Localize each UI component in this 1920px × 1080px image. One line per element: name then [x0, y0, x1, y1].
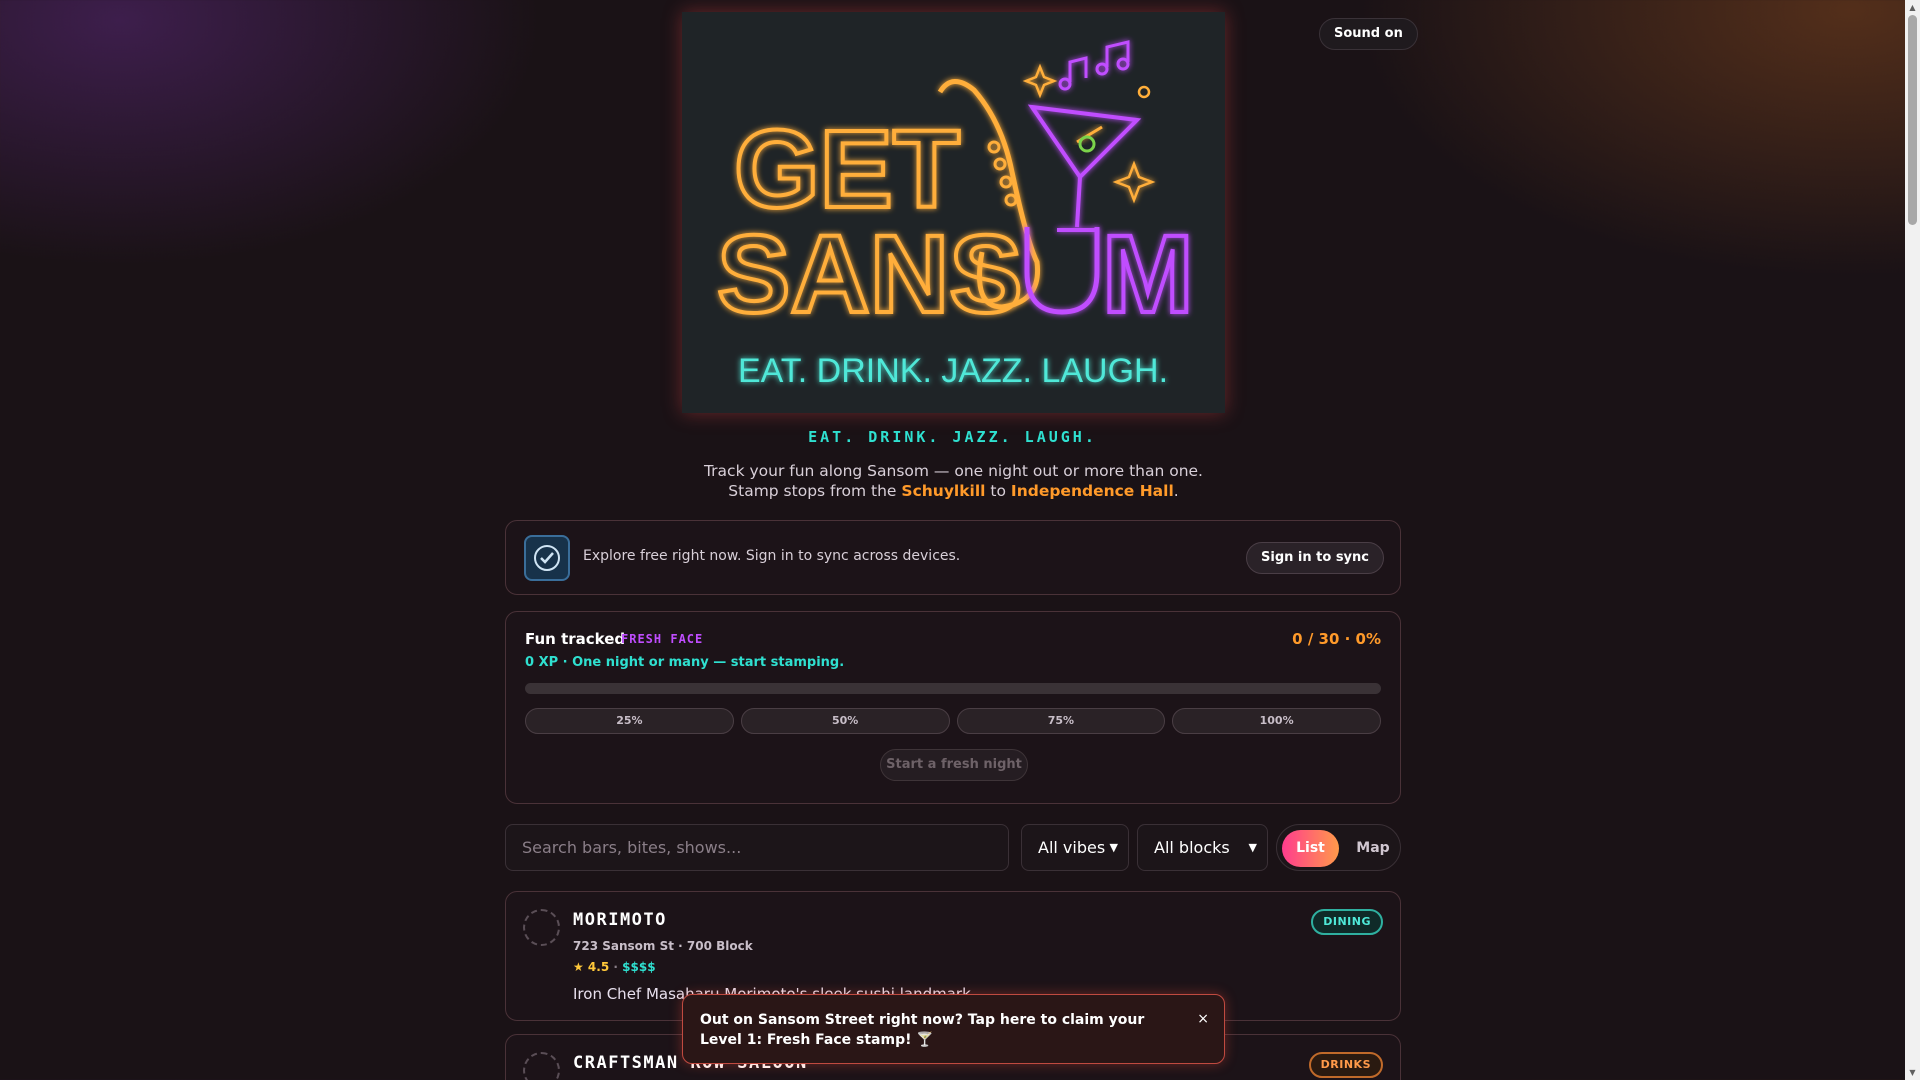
progress-title: Fun tracked — [525, 630, 626, 648]
progress-bar — [525, 683, 1381, 694]
venue-rating-row: ★ 4.5 · $$$$ — [573, 960, 656, 974]
intro-text-part: to — [985, 482, 1011, 500]
stamp-button[interactable] — [523, 909, 560, 946]
chevron-down-icon: ▼ — [1109, 841, 1118, 854]
map-view-button[interactable]: Map — [1351, 830, 1395, 867]
venue-rating: ★ 4.5 — [573, 960, 610, 974]
toast-message: Out on Sansom Street right now? Tap here… — [700, 1012, 1145, 1048]
sign-in-button[interactable]: Sign in to sync — [1246, 542, 1384, 574]
scrollbar[interactable]: ▲ ▼ — [1905, 0, 1920, 1080]
venue-category-tag: DINING — [1311, 909, 1383, 935]
logo-text-m: M — [1102, 213, 1194, 336]
milestone-100: 100% — [1172, 708, 1381, 734]
separator-dot: · — [613, 960, 623, 974]
venue-name: Morimoto — [573, 910, 667, 930]
scrollbar-thumb[interactable] — [1908, 15, 1917, 225]
stamp-button[interactable] — [523, 1052, 560, 1080]
milestone-row: 25% 50% 75% 100% — [525, 708, 1381, 734]
close-icon[interactable]: × — [1197, 1011, 1209, 1027]
scroll-up-arrow-icon[interactable]: ▲ — [1905, 0, 1920, 15]
neon-sign: GET SANS M EAT. DRINK. JAZZ. LAUGH. — [715, 40, 1196, 390]
blocks-select-value: All blocks — [1154, 838, 1230, 857]
blocks-select[interactable]: All blocks ▼ — [1137, 824, 1268, 871]
intro-text-part: . — [1173, 482, 1179, 500]
venue-address: 723 Sansom St · 700 Block — [573, 939, 753, 953]
martini-icon — [1027, 104, 1142, 232]
intro-highlight-schuylkill: Schuylkill — [901, 482, 986, 500]
view-toggle: List Map — [1276, 824, 1401, 871]
intro-text: Track your fun along Sansom — one night … — [682, 461, 1225, 501]
search-input[interactable]: Search bars, bites, shows... — [505, 824, 1009, 871]
vibes-select-value: All vibes — [1038, 838, 1106, 857]
sound-toggle-button[interactable]: Sound on — [1319, 18, 1418, 50]
claim-stamp-toast[interactable]: Out on Sansom Street right now? Tap here… — [682, 994, 1225, 1064]
chevron-down-icon: ▼ — [1248, 841, 1257, 854]
progress-count: 0 / 30 · 0% — [1292, 630, 1381, 648]
milestone-50: 50% — [740, 708, 950, 734]
shield-check-icon — [524, 535, 570, 581]
scroll-down-arrow-icon[interactable]: ▼ — [1905, 1065, 1920, 1080]
progress-card: Fun tracked FRESH FACE 0 / 30 · 0% 0 XP … — [505, 611, 1401, 804]
venue-category-tag: DRINKS — [1308, 1052, 1383, 1078]
milestone-25: 25% — [525, 708, 734, 734]
signin-card: Explore free right now. Sign in to sync … — [505, 520, 1401, 595]
level-badge: FRESH FACE — [621, 632, 704, 646]
xp-line: 0 XP · One night or many — start stampin… — [525, 655, 845, 670]
hero-logo-image: GET SANS M EAT. DRINK. JAZZ. LAUGH. — [682, 12, 1225, 413]
list-view-button[interactable]: List — [1282, 830, 1339, 867]
logo-text-sans: SANS — [717, 213, 1023, 336]
milestone-75: 75% — [956, 708, 1166, 734]
signin-message: Explore free right now. Sign in to sync … — [583, 548, 961, 564]
logo-tagline: EAT. DRINK. JAZZ. LAUGH. — [738, 352, 1168, 390]
vibes-select[interactable]: All vibes ▼ — [1021, 824, 1129, 871]
start-fresh-night-button[interactable]: Start a fresh night — [880, 749, 1028, 781]
venue-price: $$$$ — [622, 960, 656, 974]
page: Sound on GET SANS M EAT. DRINK. JAZZ. LA… — [0, 0, 1905, 1080]
intro-highlight-independence-hall: Independence Hall — [1010, 482, 1174, 500]
music-notes-icon — [1058, 40, 1130, 91]
tagline: EAT. DRINK. JAZZ. LAUGH. — [808, 428, 1097, 446]
